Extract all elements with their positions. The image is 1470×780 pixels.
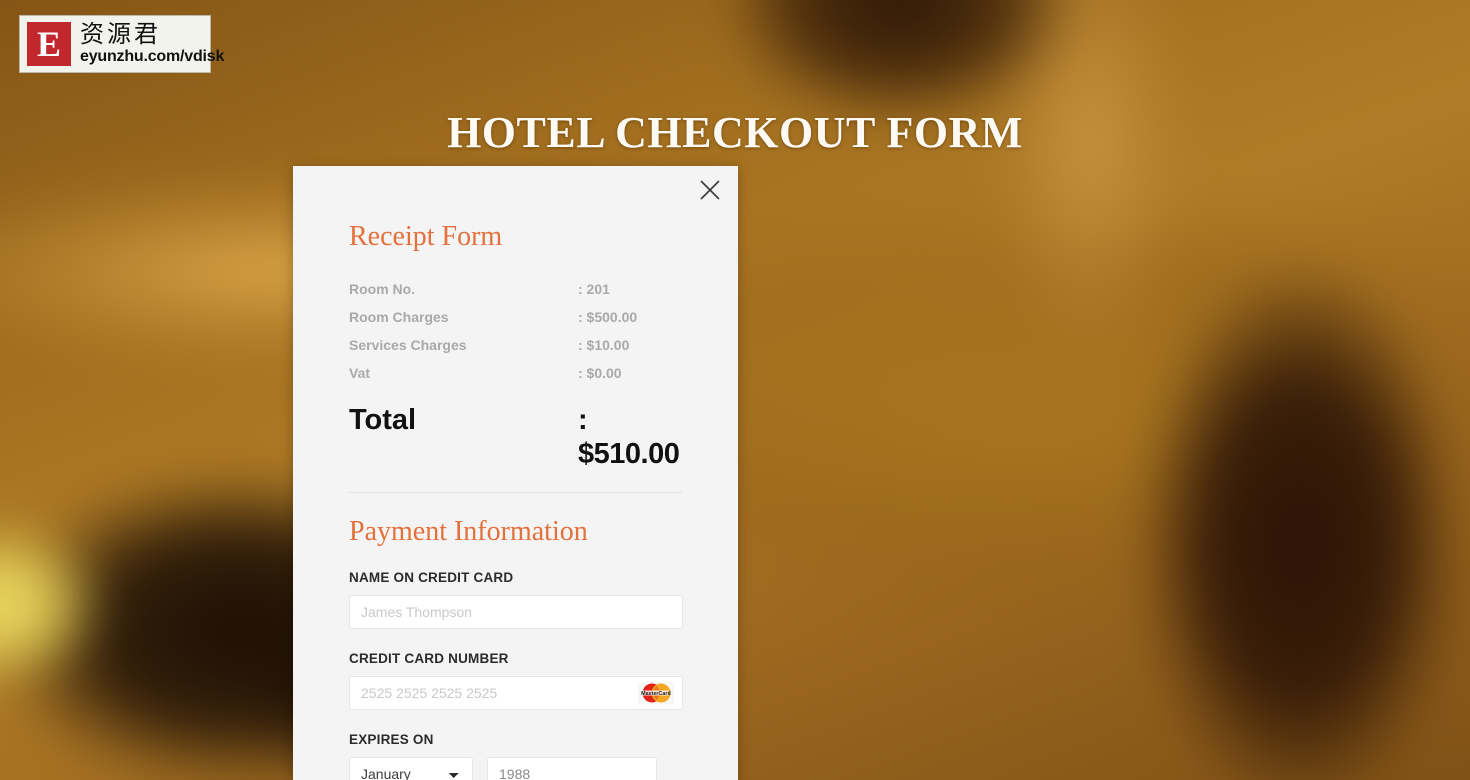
expires-on-row: January — [349, 756, 682, 780]
receipt-total-row: Total : $510.00 — [349, 403, 682, 471]
receipt-table: Room No. : 201 Room Charges : $500.00 Se… — [349, 275, 682, 387]
receipt-row-value: : $500.00 — [578, 308, 638, 325]
name-on-card-input[interactable] — [349, 594, 683, 629]
total-label: Total — [349, 403, 417, 436]
watermark-text: 资源君 eyunzhu.com/vdisk — [80, 23, 224, 65]
credit-card-number-label: CREDIT CARD NUMBER — [349, 650, 509, 666]
receipt-row-value: : $0.00 — [578, 364, 622, 381]
svg-text:MasterCard: MasterCard — [641, 690, 671, 696]
receipt-row-label: Services Charges — [349, 336, 467, 353]
modal-body: Receipt Form Room No. : 201 Room Charges… — [293, 166, 738, 780]
credit-card-number-field-group: CREDIT CARD NUMBER MasterCard — [349, 650, 683, 710]
table-row: Services Charges : $10.00 — [349, 331, 682, 359]
page-title: HOTEL CHECKOUT FORM — [447, 108, 1023, 158]
payment-heading: Payment Information — [349, 515, 588, 547]
name-on-card-field-group: NAME ON CREDIT CARD — [349, 569, 683, 629]
receipt-row-label: Room No. — [349, 280, 416, 297]
receipt-row-value: : $10.00 — [578, 336, 630, 353]
expiry-month-select[interactable]: January — [349, 756, 473, 780]
credit-card-number-input[interactable] — [349, 675, 683, 710]
watermark-chinese-text: 资源君 — [80, 22, 161, 48]
table-row: Room Charges : $500.00 — [349, 303, 682, 331]
mastercard-icon: MasterCard — [638, 681, 674, 705]
table-row: Vat : $0.00 — [349, 359, 682, 387]
table-row: Room No. : 201 — [349, 275, 682, 303]
credit-card-input-wrapper: MasterCard — [349, 675, 683, 710]
page-root: E 资源君 eyunzhu.com/vdisk HOTEL CHECKOUT F… — [0, 0, 1470, 780]
receipt-heading: Receipt Form — [349, 221, 503, 252]
watermark-url-text: eyunzhu.com/vdisk — [80, 48, 225, 65]
checkout-modal: Receipt Form Room No. : 201 Room Charges… — [293, 166, 738, 780]
expires-on-label: EXPIRES ON — [349, 731, 434, 747]
receipt-row-label: Room Charges — [349, 308, 449, 325]
watermark-logo: E 资源君 eyunzhu.com/vdisk — [19, 15, 224, 73]
watermark-initial-badge: E — [27, 22, 71, 66]
close-icon[interactable] — [695, 175, 725, 205]
section-divider — [349, 491, 682, 493]
expires-on-field-group: EXPIRES ON January — [349, 732, 682, 780]
name-on-card-label: NAME ON CREDIT CARD — [349, 569, 514, 585]
total-value: : $510.00 — [578, 403, 680, 470]
receipt-row-label: Vat — [349, 364, 371, 381]
receipt-row-value: : 201 — [578, 280, 610, 297]
expiry-year-input[interactable] — [487, 756, 657, 780]
